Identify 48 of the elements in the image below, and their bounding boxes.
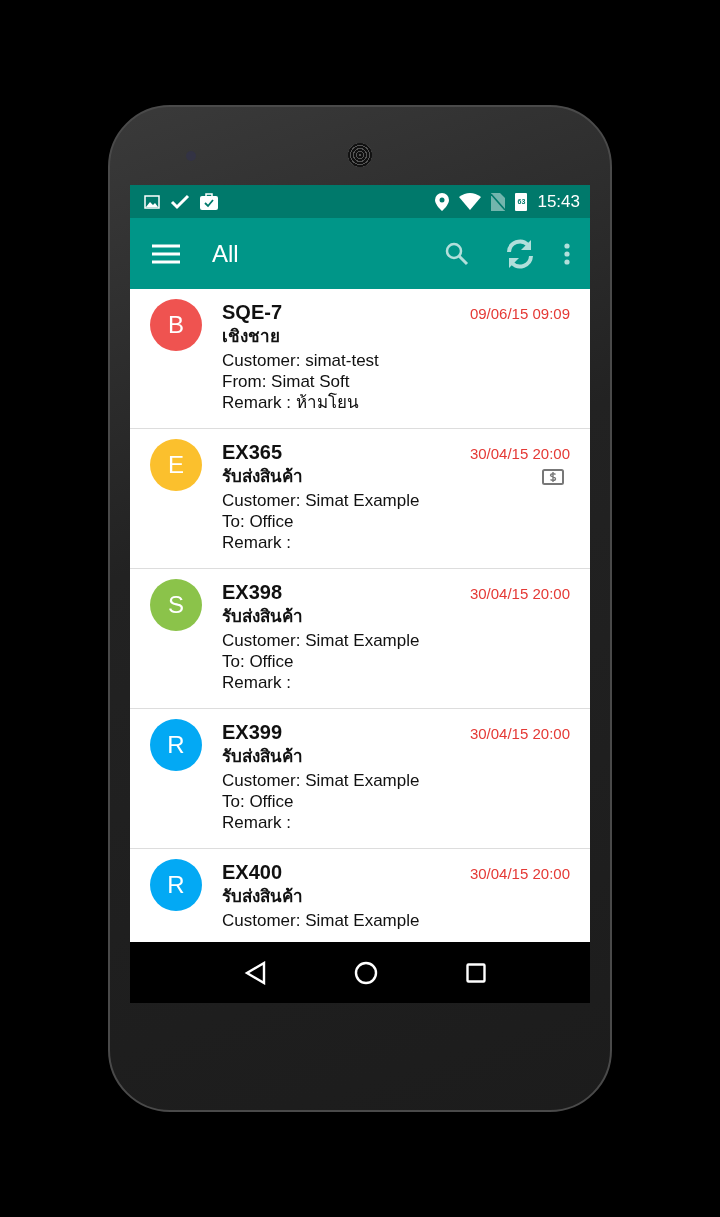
speaker-icon: [348, 143, 372, 167]
avatar: B: [150, 299, 202, 351]
order-item[interactable]: E EX365 30/04/15 20:00 รับส่งสินค้า Customer: Simat Example To: Office Remark :: [130, 429, 590, 569]
location-pin-icon: [435, 192, 450, 211]
order-type: รับส่งสินค้า: [222, 746, 303, 768]
order-date: 30/04/15 20:00: [469, 865, 570, 882]
avatar: R: [150, 719, 202, 771]
order-detail: Customer: Simat Example: [222, 490, 421, 511]
order-type: เชิงชาย: [222, 326, 280, 348]
search-icon[interactable]: [444, 240, 470, 267]
avatar: E: [150, 439, 202, 491]
order-item[interactable]: S EX398 30/04/15 20:00 รับส่งสินค้า Customer: Simat Example To: Office Remark :: [130, 569, 590, 709]
order-detail: Remark : ห้ามโยน: [222, 392, 360, 413]
order-date: 09/06/15 09:09: [469, 305, 570, 322]
order-detail: To: Office: [222, 791, 295, 812]
avatar: R: [150, 859, 202, 911]
order-detail: Customer: Simat Example: [222, 630, 421, 651]
wifi-icon: [459, 193, 482, 210]
order-date: 30/04/15 20:00: [469, 585, 570, 602]
order-code: EX365: [222, 441, 283, 464]
order-detail: Remark :: [222, 532, 292, 553]
order-detail: Customer: Simat Example: [222, 770, 421, 791]
order-code: SQE-7: [222, 301, 283, 324]
order-date: 30/04/15 20:00: [469, 445, 570, 462]
order-item[interactable]: R EX399 30/04/15 20:00 รับส่งสินค้า Customer: Simat Example To: Office Remark :: [130, 709, 590, 849]
order-detail: Remark :: [222, 672, 292, 693]
check-icon: [170, 193, 190, 210]
order-type: รับส่งสินค้า: [222, 466, 303, 488]
no-sim-icon: [491, 192, 506, 211]
order-code: EX399: [222, 721, 283, 744]
order-detail: Remark :: [222, 812, 292, 833]
order-type: รับส่งสินค้า: [222, 886, 303, 908]
clock: 15:43: [537, 191, 580, 212]
order-type: รับส่งสินค้า: [222, 606, 303, 628]
order-code: EX398: [222, 581, 283, 604]
order-detail: To: Office: [222, 651, 295, 672]
avatar: S: [150, 579, 202, 631]
image-icon: [144, 194, 160, 209]
screen-title: All: [212, 239, 240, 268]
more-options-icon[interactable]: [564, 242, 570, 265]
order-detail: To: Office: [222, 511, 295, 532]
order-code: EX400: [222, 861, 283, 884]
order-detail: Customer: Simat Example: [222, 910, 421, 931]
order-detail: From: Simat Soft: [222, 371, 351, 392]
briefcase-check-icon: [200, 193, 218, 210]
order-detail: Customer: simat-test: [222, 350, 380, 371]
order-date: 30/04/15 20:00: [469, 725, 570, 742]
order-item[interactable]: B SQE-7 09/06/15 09:09 เชิงชาย Customer: simat-test From: Simat Soft Remark : ห้ามโยน: [130, 289, 590, 429]
